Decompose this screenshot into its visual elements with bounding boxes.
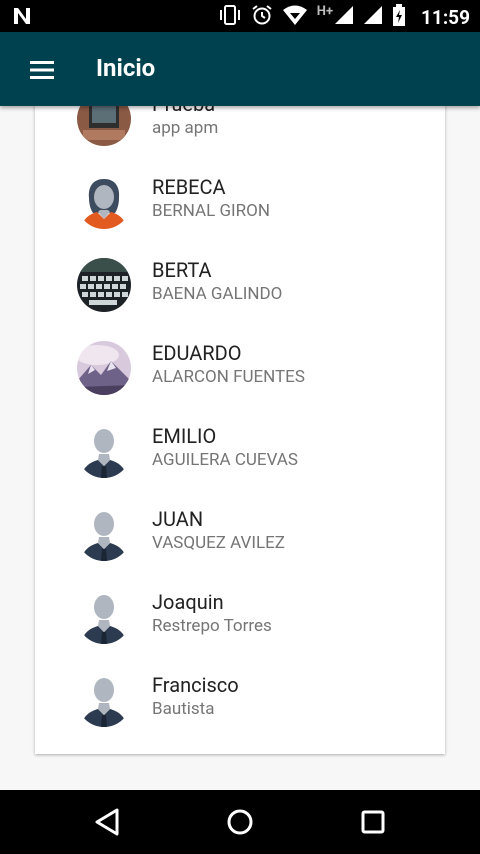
contact-subtitle: AGUILERA CUEVAS xyxy=(152,450,298,470)
navigation-bar xyxy=(0,790,480,854)
male-avatar-icon xyxy=(77,590,131,644)
male-avatar-icon xyxy=(77,673,131,727)
clock: 11:59 xyxy=(421,5,470,29)
contact-row[interactable]: EMILIO AGUILERA CUEVAS xyxy=(35,410,445,490)
contact-row[interactable]: JUAN VASQUEZ AVILEZ xyxy=(35,493,445,573)
contact-name: BERTA xyxy=(152,258,212,282)
home-button[interactable] xyxy=(216,802,264,842)
app-bar: Inicio xyxy=(0,32,480,106)
recents-button[interactable] xyxy=(349,802,397,842)
contact-name: EDUARDO xyxy=(152,341,242,365)
contact-name: REBECA xyxy=(152,175,226,199)
menu-button[interactable] xyxy=(18,52,66,88)
avatar xyxy=(77,341,131,395)
wifi-icon xyxy=(282,4,308,30)
notification-n-icon xyxy=(12,6,32,30)
contact-row[interactable]: EDUARDO ALARCON FUENTES xyxy=(35,327,445,407)
vibrate-icon xyxy=(218,4,242,30)
back-button[interactable] xyxy=(83,802,131,842)
contact-row[interactable]: BERTA BAENA GALINDO xyxy=(35,244,445,324)
status-bar: H+ 11:59 xyxy=(0,0,480,32)
avatar xyxy=(77,258,131,312)
battery-charging-icon xyxy=(392,4,406,30)
back-icon xyxy=(83,808,131,846)
contact-name: Joaquin xyxy=(152,590,224,614)
keyboard-photo-icon xyxy=(77,258,131,312)
contact-subtitle: Restrepo Torres xyxy=(152,616,272,636)
contact-subtitle: BERNAL GIRON xyxy=(152,201,270,221)
alarm-icon xyxy=(251,4,273,30)
recents-icon xyxy=(349,810,397,846)
contact-row[interactable]: Joaquin Restrepo Torres xyxy=(35,576,445,656)
home-icon xyxy=(216,809,264,846)
male-avatar-icon xyxy=(77,507,131,561)
male-avatar-icon xyxy=(77,424,131,478)
contact-subtitle: ALARCON FUENTES xyxy=(152,367,305,387)
contact-subtitle: Bautista xyxy=(152,699,215,719)
avatar xyxy=(77,507,131,561)
contact-name: EMILIO xyxy=(152,424,217,448)
female-avatar-icon xyxy=(77,175,131,229)
signal-icon xyxy=(363,5,383,29)
hamburger-menu-icon xyxy=(18,61,66,92)
contact-name: JUAN xyxy=(152,507,204,531)
contact-row[interactable]: REBECA BERNAL GIRON xyxy=(35,161,445,241)
signal-icon xyxy=(334,5,354,29)
contact-subtitle: VASQUEZ AVILEZ xyxy=(152,533,285,553)
contact-subtitle: BAENA GALINDO xyxy=(152,284,283,304)
network-type-label: H+ xyxy=(316,3,334,19)
contact-row[interactable]: Francisco Bautista xyxy=(35,659,445,739)
avatar xyxy=(77,590,131,644)
contacts-card: Prueba app apm REBECA BERNAL GIRON xyxy=(35,60,445,754)
page-title: Inicio xyxy=(96,54,156,82)
avatar xyxy=(77,673,131,727)
contact-subtitle: app apm xyxy=(152,118,219,138)
landscape-photo-icon xyxy=(77,341,131,395)
contact-name: Francisco xyxy=(152,673,239,697)
avatar xyxy=(77,175,131,229)
avatar xyxy=(77,424,131,478)
